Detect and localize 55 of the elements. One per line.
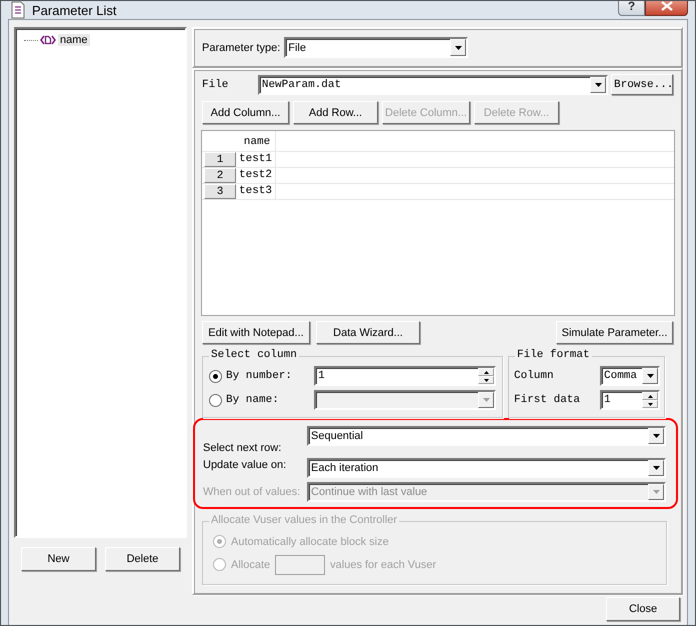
- new-button[interactable]: New: [21, 547, 96, 571]
- radio-label: By number:: [226, 370, 294, 382]
- setting-label: Update value on:: [203, 459, 288, 471]
- row-number[interactable]: 3: [204, 184, 236, 199]
- close-icon: [660, 1, 672, 11]
- table-cell: test1: [238, 152, 276, 167]
- group-title: Allocate Vuser values in the Controller: [209, 514, 400, 526]
- separator-dropdown[interactable]: Comma: [600, 366, 660, 386]
- radio-label: Automatically allocate block size: [231, 536, 389, 548]
- file-path-dropdown[interactable]: NewParam.dat: [258, 74, 608, 94]
- caret-icon: [482, 398, 490, 402]
- first-data-spinner[interactable]: 1: [600, 390, 660, 410]
- row-number[interactable]: 2: [204, 168, 236, 183]
- suffix-label: values for each Vuser: [330, 558, 436, 570]
- column-number-spinner[interactable]: 1: [314, 366, 496, 386]
- simulate-button[interactable]: Simulate Parameter...: [556, 321, 673, 344]
- delete-button[interactable]: Delete: [105, 547, 180, 571]
- down-arrow-icon: [484, 378, 488, 382]
- column-header: name: [238, 131, 276, 151]
- parameter-icon: [40, 35, 56, 45]
- caret-icon: [652, 490, 660, 494]
- format-label: Column: [514, 370, 555, 382]
- table-action-button[interactable]: Add Column...: [202, 101, 289, 124]
- caret-icon: [594, 82, 602, 86]
- row-number[interactable]: 1: [204, 152, 236, 167]
- edit-notepad-button[interactable]: Edit with Notepad...: [202, 321, 310, 344]
- tree-item[interactable]: name: [58, 34, 90, 46]
- setting-label: Select next row:: [203, 442, 282, 454]
- parameter-type-dropdown[interactable]: File: [284, 37, 468, 58]
- file-label: File: [202, 78, 230, 90]
- format-label: First data: [514, 394, 582, 406]
- up-arrow-icon: [648, 394, 652, 398]
- setting-dropdown[interactable]: Sequential: [307, 426, 666, 446]
- radio-label: By name:: [226, 394, 280, 406]
- down-arrow-icon: [648, 402, 652, 406]
- close-button[interactable]: [645, 1, 688, 16]
- caret-icon: [652, 466, 660, 470]
- setting-label: When out of values:: [203, 486, 302, 498]
- close-dialog-button[interactable]: Close: [606, 597, 680, 621]
- parameter-type-label: Parameter type:: [202, 42, 280, 54]
- caret-icon: [454, 46, 462, 50]
- table-cell: test2: [238, 168, 276, 183]
- setting-dropdown[interactable]: Each iteration: [307, 458, 666, 478]
- list-document-icon: [10, 1, 26, 19]
- table-cell: test3: [238, 184, 276, 199]
- data-wizard-button[interactable]: Data Wizard...: [316, 321, 420, 344]
- up-arrow-icon: [484, 370, 488, 374]
- radio-button[interactable]: [209, 370, 222, 382]
- radio-label: Allocate: [231, 558, 270, 570]
- caret-icon: [646, 374, 654, 378]
- table-action-button[interactable]: Add Row...: [293, 101, 378, 124]
- help-button[interactable]: ?: [618, 1, 645, 16]
- window-title: Parameter List: [32, 2, 117, 18]
- caret-icon: [652, 434, 660, 438]
- browse-button[interactable]: Browse...: [611, 74, 673, 95]
